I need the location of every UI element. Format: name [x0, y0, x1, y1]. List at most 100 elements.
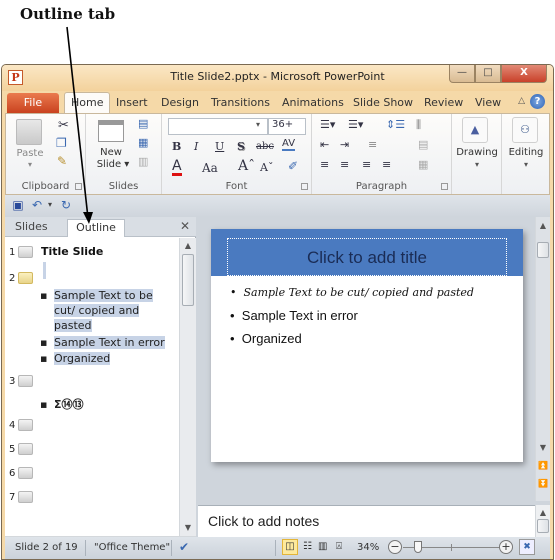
columns-icon[interactable]: ≡: [368, 138, 377, 151]
editor-vertical-scrollbar[interactable]: ▲ ▼ ⏫ ⏬: [535, 217, 550, 501]
drawing-dropdown-icon[interactable]: ▾: [452, 160, 502, 169]
minimize-button[interactable]: —: [449, 65, 475, 83]
normal-view-icon[interactable]: ◫: [282, 539, 298, 555]
font-name-dropdown-icon[interactable]: ▾: [256, 120, 260, 129]
tab-design[interactable]: Design: [161, 96, 199, 109]
reset-icon[interactable]: ▦: [138, 136, 148, 149]
slide-bullet[interactable]: • Sample Text in error: [230, 308, 358, 323]
tab-insert[interactable]: Insert: [116, 96, 148, 109]
align-text-icon[interactable]: ▤: [418, 138, 428, 151]
zoom-level[interactable]: 34%: [357, 542, 379, 553]
scroll-up-icon[interactable]: ▲: [536, 221, 550, 230]
paragraph-launcher-icon[interactable]: [441, 183, 448, 190]
line-spacing-icon[interactable]: ⇕☰: [386, 118, 405, 131]
new-slide-label-2[interactable]: Slide ▾: [91, 159, 135, 170]
editing-group[interactable]: ⚇ Editing ▾: [502, 114, 550, 194]
underline-button[interactable]: U: [215, 140, 224, 153]
paste-icon[interactable]: [16, 119, 42, 145]
align-right-icon[interactable]: ≡: [362, 158, 371, 171]
smartart-icon[interactable]: ▦: [418, 158, 428, 171]
slide-icon[interactable]: [18, 375, 33, 387]
bold-button[interactable]: B: [172, 140, 181, 153]
outline-vertical-scrollbar[interactable]: ▲ ▼: [179, 238, 196, 536]
restore-button[interactable]: □: [475, 65, 501, 83]
decrease-indent-icon[interactable]: ⇤: [320, 138, 329, 151]
scroll-thumb[interactable]: [182, 254, 194, 306]
clear-formatting-icon[interactable]: ✐: [288, 159, 298, 173]
font-color-button[interactable]: A: [172, 159, 182, 176]
minimize-ribbon-icon[interactable]: △: [518, 96, 525, 106]
previous-slide-icon[interactable]: ⏫: [536, 461, 550, 470]
slide-icon[interactable]: [18, 246, 33, 258]
notes-placeholder[interactable]: Click to add notes: [208, 513, 319, 529]
shrink-font-button[interactable]: Aˇ: [260, 161, 273, 174]
scroll-down-icon[interactable]: ▼: [180, 523, 196, 532]
character-spacing-button[interactable]: AV: [282, 138, 296, 151]
paste-button[interactable]: Paste: [10, 148, 50, 159]
next-slide-icon[interactable]: ⏬: [536, 479, 550, 488]
tab-home[interactable]: Home: [64, 92, 111, 114]
outline-bullet-text[interactable]: Sample Text to be cut/ copied and pasted: [54, 288, 172, 333]
save-icon[interactable]: ▣: [11, 198, 25, 212]
spelling-check-icon[interactable]: ✔: [179, 540, 189, 554]
slide-bullet[interactable]: • Sample Text to be cut/ copied and past…: [230, 286, 474, 299]
strikethrough-button[interactable]: abc: [256, 141, 274, 152]
increase-indent-icon[interactable]: ⇥: [340, 138, 349, 151]
tab-file[interactable]: File: [7, 93, 59, 113]
slide-icon[interactable]: [18, 467, 33, 479]
slide-icon-selected[interactable]: [18, 272, 33, 284]
slide-icon[interactable]: [18, 419, 33, 431]
tab-transitions[interactable]: Transitions: [211, 96, 270, 109]
zoom-in-button[interactable]: +: [499, 540, 513, 554]
editing-button[interactable]: Editing: [502, 147, 550, 158]
theme-status[interactable]: "Office Theme": [94, 542, 170, 553]
align-center-icon[interactable]: ≡: [340, 158, 349, 171]
help-icon[interactable]: ?: [530, 94, 545, 109]
title-placeholder[interactable]: Click to add title: [227, 238, 507, 276]
tab-slides[interactable]: Slides: [9, 219, 54, 237]
change-case-button[interactable]: Aa: [202, 161, 218, 175]
undo-icon[interactable]: ↶: [30, 198, 44, 212]
scroll-thumb[interactable]: [537, 242, 549, 258]
scroll-thumb[interactable]: [537, 519, 549, 533]
grow-font-button[interactable]: Aˆ: [238, 158, 255, 174]
reading-view-icon[interactable]: ▥: [318, 541, 327, 552]
zoom-out-button[interactable]: −: [388, 540, 402, 554]
clipboard-launcher-icon[interactable]: [75, 183, 82, 190]
layout-icon[interactable]: ▤: [138, 117, 148, 130]
tab-slide-show[interactable]: Slide Show: [353, 96, 413, 109]
slide-show-view-icon[interactable]: ⍓: [336, 541, 342, 552]
slide-canvas[interactable]: Click to add title • Sample Text to be c…: [211, 229, 523, 462]
scroll-up-icon[interactable]: ▲: [536, 508, 550, 517]
outline-view[interactable]: 1 Title Slide 2 ▪ Sample Text to be cut/…: [5, 238, 179, 536]
font-name-input[interactable]: [168, 118, 268, 135]
italic-button[interactable]: I: [194, 140, 198, 153]
close-button[interactable]: X: [501, 65, 547, 83]
outline-bullet-text[interactable]: Organized: [54, 351, 172, 366]
outline-bullet-text[interactable]: Σ⑭⑬: [54, 397, 172, 412]
repeat-icon[interactable]: ↻: [59, 198, 73, 212]
new-slide-label-1[interactable]: New: [91, 147, 131, 158]
section-icon[interactable]: ▥: [138, 155, 148, 168]
numbering-icon[interactable]: ☰▾: [348, 118, 363, 131]
slide-icon[interactable]: [18, 491, 33, 503]
tab-animations[interactable]: Animations: [282, 96, 344, 109]
cut-icon[interactable]: ✂: [58, 118, 69, 133]
close-pane-icon[interactable]: ✕: [180, 219, 190, 233]
find-binoculars-icon[interactable]: ⚇: [512, 117, 538, 143]
new-slide-icon[interactable]: [98, 120, 124, 142]
text-direction-icon[interactable]: ⫼: [416, 118, 421, 132]
slide-bullet[interactable]: • Organized: [230, 331, 302, 346]
outline-bullet-text[interactable]: Sample Text in error: [54, 335, 172, 350]
tab-outline[interactable]: Outline: [67, 219, 125, 237]
justify-icon[interactable]: ≡: [382, 158, 391, 171]
align-left-icon[interactable]: ≡: [320, 158, 329, 171]
slide-icon[interactable]: [18, 443, 33, 455]
editing-dropdown-icon[interactable]: ▾: [502, 160, 550, 169]
slide-title[interactable]: Title Slide: [41, 245, 103, 258]
drawing-icon[interactable]: ▲: [462, 117, 488, 143]
drawing-button[interactable]: Drawing: [452, 147, 502, 158]
scroll-up-icon[interactable]: ▲: [180, 241, 196, 250]
zoom-slider-thumb[interactable]: [414, 541, 422, 553]
tab-view[interactable]: View: [475, 96, 501, 109]
